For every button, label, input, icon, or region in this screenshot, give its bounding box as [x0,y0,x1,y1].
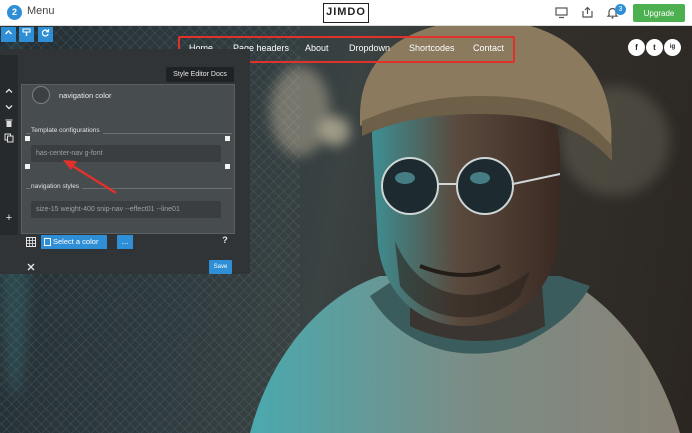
close-icon[interactable] [26,262,36,272]
palette-icon [44,238,51,246]
copy-icon[interactable] [3,133,15,145]
paint-brush-icon[interactable] [19,27,34,42]
navigation-color-swatch[interactable] [32,86,50,104]
arrow-down-icon[interactable] [3,102,15,114]
upgrade-button[interactable]: Upgrade [633,4,685,22]
add-icon[interactable]: + [4,213,14,224]
template-configurations-label: Template configurations [31,127,103,134]
resize-handle[interactable] [25,136,30,141]
style-editor-docs-tab[interactable]: Style Editor Docs [166,67,234,82]
notification-count-badge: 3 [615,4,626,15]
more-options-button[interactable]: ... [117,235,133,249]
navigation-styles-label: navigation styles [31,183,83,190]
share-icon[interactable] [580,5,595,20]
menu-count-badge[interactable]: 2 [7,5,22,20]
navigation-color-label: navigation color [59,91,112,100]
editor-toolbar [0,27,55,45]
resize-handle[interactable] [225,164,230,169]
resize-handle[interactable] [225,136,230,141]
top-bar: 2 Menu JIMDO 3 Upgrade [0,0,692,26]
trash-icon[interactable] [3,118,15,130]
twitter-icon[interactable]: t [646,39,663,56]
help-icon[interactable]: ? [219,235,231,248]
template-configurations-input[interactable] [31,145,221,162]
facebook-icon[interactable]: f [628,39,645,56]
instagram-icon[interactable]: ig [664,39,681,56]
menu-button[interactable]: Menu [27,5,55,17]
save-button[interactable]: Save [209,260,232,274]
refresh-icon[interactable] [38,27,53,42]
grid-icon[interactable] [26,237,36,247]
resize-handle[interactable] [25,164,30,169]
collapse-icon[interactable] [1,27,16,42]
arrow-up-icon[interactable] [3,86,15,98]
editor-side-toolbar [0,55,18,235]
desktop-preview-icon[interactable] [554,5,569,20]
jimdo-logo: JIMDO [323,3,369,23]
navigation-styles-input[interactable] [31,201,221,218]
